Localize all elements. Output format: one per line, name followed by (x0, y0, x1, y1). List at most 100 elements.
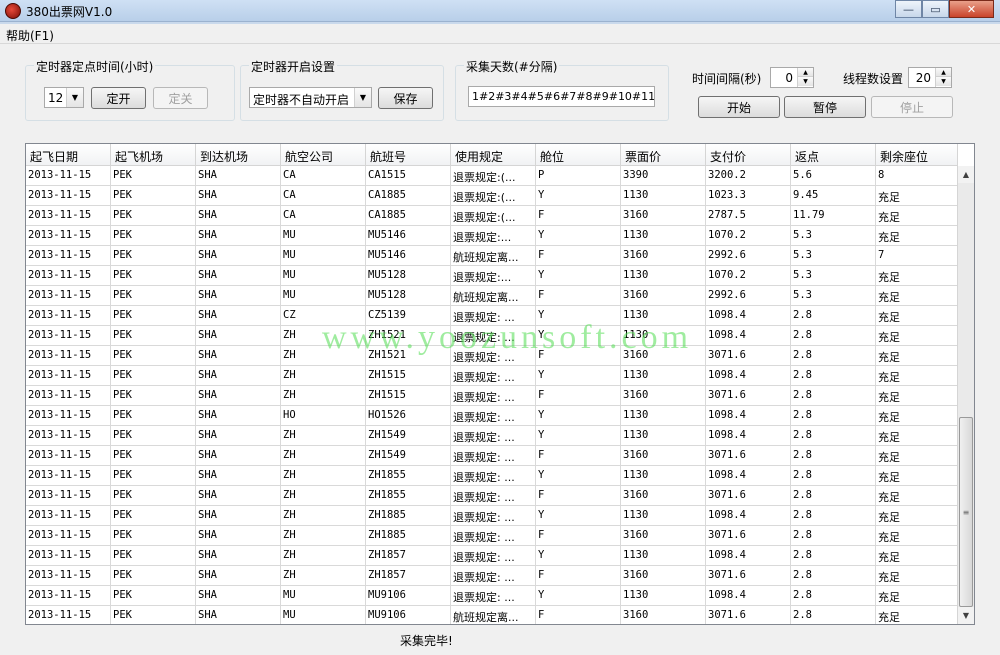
table-cell: 充足 (876, 446, 958, 466)
table-cell: 1130 (621, 366, 706, 386)
table-row[interactable]: 2013-11-15 PEK SHA ZH ZH1515 退票规定: ... F 3160 30… (26, 386, 958, 406)
pause-button[interactable]: 暂停 (784, 96, 866, 118)
table-row[interactable]: 2013-11-15 PEK SHA ZH ZH1549 退票规定: ... F 3160 30… (26, 446, 958, 466)
table-cell: PEK (111, 566, 196, 586)
table-cell: 3071.6 (706, 446, 791, 466)
table-row[interactable]: 2013-11-15 PEK SHA ZH ZH1521 退票规定: ... F 3160 30… (26, 346, 958, 366)
menu-help[interactable]: 帮助(F1) (6, 27, 54, 44)
minimize-button[interactable]: — (895, 0, 922, 18)
table-cell: F (536, 526, 621, 546)
table-cell: 3071.6 (706, 386, 791, 406)
timer-point-label: 定时器定点时间(小时) (34, 58, 156, 75)
table-row[interactable]: 2013-11-15 PEK SHA MU MU9106 退票规定: ... Y 1130 10… (26, 586, 958, 606)
save-button[interactable]: 保存 (378, 87, 433, 109)
table-cell: 退票规定: ... (451, 586, 536, 606)
table-row[interactable]: 2013-11-15 PEK SHA MU MU5146 退票规定:... Y 1130 107… (26, 226, 958, 246)
timer-stop-button[interactable]: 定关 (153, 87, 208, 109)
table-row[interactable]: 2013-11-15 PEK SHA ZH ZH1549 退票规定: ... Y 1130 10… (26, 426, 958, 446)
table-cell: 3160 (621, 346, 706, 366)
table-row[interactable]: 2013-11-15 PEK SHA ZH ZH1515 退票规定: ... Y 1130 10… (26, 366, 958, 386)
app-logo-icon (5, 3, 21, 19)
table-cell: Y (536, 426, 621, 446)
table-row[interactable]: 2013-11-15 PEK SHA ZH ZH1857 退票规定: ... Y 1130 10… (26, 546, 958, 566)
column-header[interactable]: 航空公司 (281, 144, 366, 166)
table-cell: 2.8 (791, 586, 876, 606)
column-header[interactable]: 到达机场 (196, 144, 281, 166)
spin-up-icon[interactable]: ▲ (936, 68, 951, 77)
table-cell: 3160 (621, 606, 706, 624)
column-header[interactable]: 支付价 (706, 144, 791, 166)
table-cell: SHA (196, 186, 281, 206)
timer-mode-select[interactable]: 定时器不自动开启 ▼ (249, 87, 372, 108)
table-cell: CA1515 (366, 166, 451, 186)
table-cell: MU5128 (366, 266, 451, 286)
table-row[interactable]: 2013-11-15 PEK SHA ZH ZH1521 退票规定: ... Y 1130 10… (26, 326, 958, 346)
stop-button[interactable]: 停止 (871, 96, 953, 118)
table-cell: 2013-11-15 (26, 426, 111, 446)
table-row[interactable]: 2013-11-15 PEK SHA MU MU5128 退票规定:... Y 1130 107… (26, 266, 958, 286)
table-cell: 2013-11-15 (26, 326, 111, 346)
table-cell: 2.8 (791, 506, 876, 526)
table-row[interactable]: 2013-11-15 PEK SHA ZH ZH1855 退票规定: ... Y 1130 10… (26, 466, 958, 486)
maximize-button[interactable]: ▭ (922, 0, 949, 18)
threads-spinner[interactable]: 20 ▲ ▼ (908, 67, 952, 88)
table-row[interactable]: 2013-11-15 PEK SHA ZH ZH1885 退票规定: ... Y 1130 10… (26, 506, 958, 526)
column-header[interactable]: 起飞日期 (26, 144, 111, 166)
table-row[interactable]: 2013-11-15 PEK SHA CA CA1885 退票规定:(... F 3160 27… (26, 206, 958, 226)
table-cell: 2013-11-15 (26, 246, 111, 266)
table-row[interactable]: 2013-11-15 PEK SHA CA CA1515 退票规定:(... P 3390 32… (26, 166, 958, 186)
table-cell: 2.8 (791, 466, 876, 486)
column-header[interactable]: 舱位 (536, 144, 621, 166)
spin-up-icon[interactable]: ▲ (798, 68, 813, 77)
table-cell: 3071.6 (706, 566, 791, 586)
column-header[interactable]: 航班号 (366, 144, 451, 166)
table-cell: 3071.6 (706, 486, 791, 506)
table-row[interactable]: 2013-11-15 PEK SHA HO HO1526 退票规定: ... Y 1130 10… (26, 406, 958, 426)
table-row[interactable]: 2013-11-15 PEK SHA ZH ZH1857 退票规定: ... F 3160 30… (26, 566, 958, 586)
table-row[interactable]: 2013-11-15 PEK SHA MU MU5128 航班规定离... F 3160 299… (26, 286, 958, 306)
table-row[interactable]: 2013-11-15 PEK SHA ZH ZH1855 退票规定: ... F 3160 30… (26, 486, 958, 506)
table-cell: PEK (111, 306, 196, 326)
table-cell: 退票规定: ... (451, 466, 536, 486)
spin-down-icon[interactable]: ▼ (798, 77, 813, 86)
table-cell: PEK (111, 266, 196, 286)
vertical-scrollbar[interactable]: ▲ ≡ ▼ (957, 166, 974, 624)
table-cell: 1130 (621, 266, 706, 286)
column-header[interactable]: 剩余座位 (876, 144, 958, 166)
table-cell: 2992.6 (706, 286, 791, 306)
table-cell: SHA (196, 226, 281, 246)
table-row[interactable]: 2013-11-15 PEK SHA MU MU5146 航班规定离... F 3160 299… (26, 246, 958, 266)
column-header[interactable]: 票面价 (621, 144, 706, 166)
interval-spinner[interactable]: 0 ▲ ▼ (770, 67, 814, 88)
column-header[interactable]: 使用规定 (451, 144, 536, 166)
table-row[interactable]: 2013-11-15 PEK SHA MU MU9106 航班规定离... F 3160 307… (26, 606, 958, 624)
flight-data-grid[interactable]: 起飞日期 起飞机场 到达机场 航空公司 航班号 使用规定 舱位 票面价 支付价 返点 剩余座位 20… (25, 143, 975, 625)
column-header[interactable]: 返点 (791, 144, 876, 166)
table-row[interactable]: 2013-11-15 PEK SHA CZ CZ5139 退票规定: ... Y 1130 10… (26, 306, 958, 326)
scroll-thumb[interactable]: ≡ (959, 417, 973, 607)
table-row[interactable]: 2013-11-15 PEK SHA ZH ZH1885 退票规定: ... F 3160 30… (26, 526, 958, 546)
threads-label: 线程数设置 (843, 72, 904, 86)
table-cell: 2992.6 (706, 246, 791, 266)
collect-days-input[interactable]: 1#2#3#4#5#6#7#8#9#10#11#12#13 (468, 86, 655, 107)
table-cell: 3160 (621, 246, 706, 266)
table-cell: 退票规定: ... (451, 346, 536, 366)
close-button[interactable]: ✕ (949, 0, 994, 18)
timer-start-button[interactable]: 定开 (91, 87, 146, 109)
table-cell: 2013-11-15 (26, 226, 111, 246)
table-cell: F (536, 206, 621, 226)
scroll-up-icon[interactable]: ▲ (958, 166, 974, 183)
table-cell: 退票规定:(... (451, 166, 536, 186)
table-cell: 航班规定离... (451, 606, 536, 624)
start-button[interactable]: 开始 (698, 96, 780, 118)
table-cell: Y (536, 226, 621, 246)
timer-hour-select[interactable]: 12 ▼ (44, 87, 84, 108)
spin-down-icon[interactable]: ▼ (936, 77, 951, 86)
scroll-down-icon[interactable]: ▼ (958, 607, 974, 624)
timer-setting-label: 定时器开启设置 (249, 58, 338, 75)
table-cell: 2013-11-15 (26, 366, 111, 386)
table-row[interactable]: 2013-11-15 PEK SHA CA CA1885 退票规定:(... Y 1130 10… (26, 186, 958, 206)
column-header[interactable]: 起飞机场 (111, 144, 196, 166)
table-cell: PEK (111, 606, 196, 624)
table-cell: 1098.4 (706, 426, 791, 446)
